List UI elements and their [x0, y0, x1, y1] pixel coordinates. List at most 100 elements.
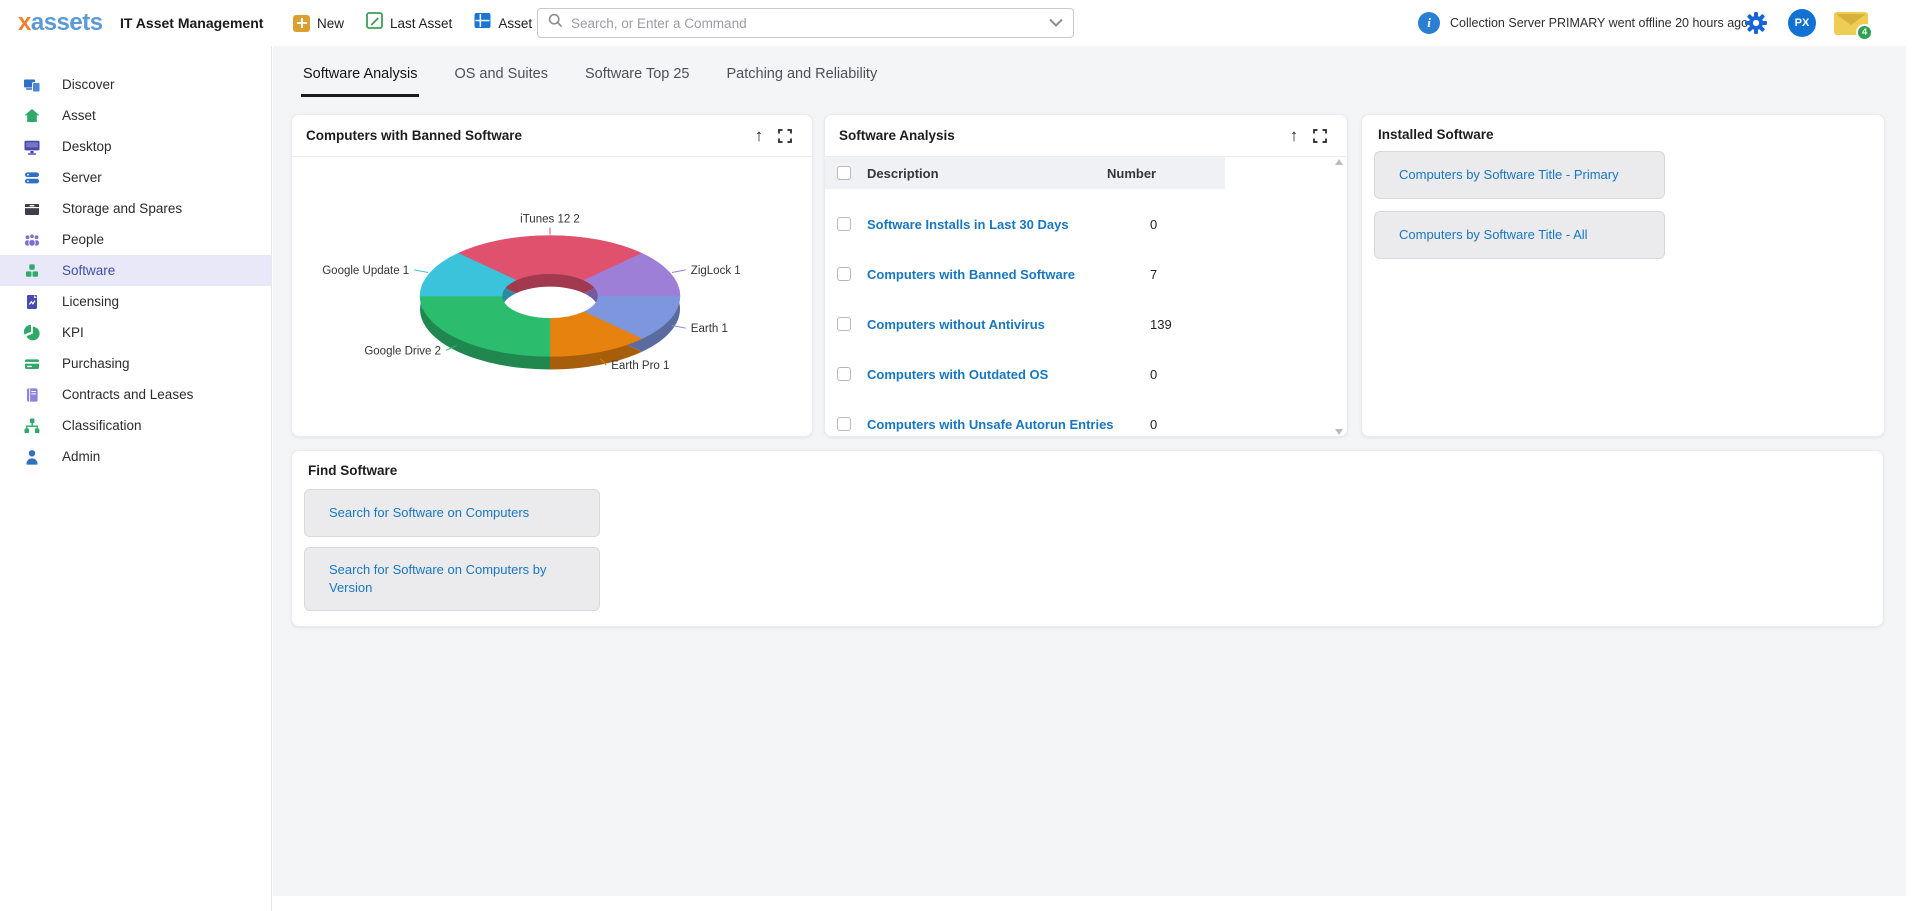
pie-icon [23, 324, 41, 342]
credit-card-icon [23, 355, 41, 373]
fullscreen-icon[interactable] [772, 123, 798, 149]
search-input[interactable] [571, 16, 1049, 31]
row-value: 0 [1150, 367, 1157, 382]
sidebar-item-software[interactable]: Software [0, 255, 271, 286]
up-arrow-icon[interactable]: ↑ [1281, 123, 1307, 149]
banned-software-panel: Computers with Banned Software ↑ iTunes … [291, 114, 813, 437]
sidebar-item-storage[interactable]: Storage and Spares [0, 193, 271, 224]
user-avatar[interactable]: PX [1788, 9, 1816, 37]
tab-software-analysis[interactable]: Software Analysis [301, 58, 419, 97]
banned-software-donut-chart[interactable]: iTunes 12 2ZigLock 1Earth 1Earth Pro 1Go… [292, 157, 813, 437]
scroll-down-icon[interactable] [1335, 429, 1343, 435]
last-asset-button[interactable]: Last Asset [366, 12, 452, 34]
document-icon [23, 293, 41, 311]
svg-text:ZigLock 1: ZigLock 1 [691, 265, 741, 277]
svg-text:Google Drive 2: Google Drive 2 [364, 345, 441, 357]
chevron-down-icon[interactable] [1049, 14, 1063, 32]
installed-software-panel: Installed Software Computers by Software… [1361, 114, 1885, 437]
table-row: Computers with Outdated OS 0 [825, 349, 1325, 399]
computers-by-title-primary-button[interactable]: Computers by Software Title - Primary [1374, 151, 1665, 199]
people-icon [23, 231, 41, 249]
table-scrollbar[interactable] [1334, 159, 1344, 435]
software-analysis-panel: Software Analysis ↑ Description Number S… [824, 114, 1348, 437]
notification-text: Collection Server PRIMARY went offline 2… [1450, 16, 1748, 30]
tab-software-top-25[interactable]: Software Top 25 [583, 58, 692, 97]
house-icon [23, 107, 41, 125]
column-number: Number [1107, 166, 1156, 181]
server-icon [23, 169, 41, 187]
devices-icon [23, 76, 41, 94]
sidebar-item-desktop[interactable]: Desktop [0, 131, 271, 162]
tab-os-and-suites[interactable]: OS and Suites [452, 58, 550, 97]
panel-title: Installed Software [1378, 127, 1494, 142]
sidebar-item-classification[interactable]: Classification [0, 410, 271, 441]
search-software-by-version-button[interactable]: Search for Software on Computers by Vers… [304, 547, 600, 611]
search-software-button[interactable]: Search for Software on Computers [304, 489, 600, 537]
sidebar-item-licensing[interactable]: Licensing [0, 286, 271, 317]
box-icon [23, 200, 41, 218]
page-title: IT Asset Management [120, 15, 263, 31]
search-icon [548, 13, 563, 33]
panel-title: Find Software [308, 463, 397, 478]
row-value: 7 [1150, 267, 1157, 282]
sidebar-item-purchasing[interactable]: Purchasing [0, 348, 271, 379]
main-content: Software Analysis OS and Suites Software… [273, 46, 1906, 896]
svg-text:Earth 1: Earth 1 [691, 323, 728, 335]
fullscreen-icon[interactable] [1307, 123, 1333, 149]
table-row: Computers with Banned Software 7 [825, 249, 1325, 299]
row-checkbox[interactable] [837, 367, 851, 381]
row-link[interactable]: Computers with Banned Software [867, 267, 1075, 282]
column-description: Description [867, 166, 939, 181]
find-software-panel: Find Software Search for Software on Com… [291, 450, 1884, 627]
xassets-logo[interactable]: xassets [18, 9, 103, 37]
tab-patching-reliability[interactable]: Patching and Reliability [724, 58, 879, 97]
person-icon [23, 448, 41, 466]
org-tree-icon [23, 417, 41, 435]
edit-icon [366, 12, 383, 34]
app-header: xassets IT Asset Management New Last Ass… [0, 0, 1920, 46]
up-arrow-icon[interactable]: ↑ [746, 123, 772, 149]
svg-text:Google Update 1: Google Update 1 [322, 265, 409, 277]
table-row: Software Installs in Last 30 Days 0 [825, 199, 1325, 249]
row-checkbox[interactable] [837, 267, 851, 281]
row-value: 0 [1150, 217, 1157, 232]
sidebar-item-people[interactable]: People [0, 224, 271, 255]
command-search[interactable] [537, 8, 1074, 38]
monitor-icon [23, 138, 41, 156]
table-row: Computers with Unsafe Autorun Entries 0 [825, 399, 1325, 437]
mail-icon[interactable]: 4 [1834, 12, 1868, 35]
row-value: 139 [1150, 317, 1172, 332]
settings-gear-icon[interactable] [1744, 11, 1768, 40]
mail-badge: 4 [1856, 24, 1873, 41]
sidebar-nav: Discover Asset Desktop Server Storage an… [0, 46, 272, 911]
sidebar-item-asset[interactable]: Asset [0, 100, 271, 131]
row-checkbox[interactable] [837, 217, 851, 231]
sidebar-item-kpi[interactable]: KPI [0, 317, 271, 348]
table-row: Computers without Antivirus 139 [825, 299, 1325, 349]
panel-title: Software Analysis [839, 128, 955, 143]
row-value: 0 [1150, 417, 1157, 432]
sidebar-item-contracts[interactable]: Contracts and Leases [0, 379, 271, 410]
sidebar-item-discover[interactable]: Discover [0, 69, 271, 100]
row-link[interactable]: Software Installs in Last 30 Days [867, 217, 1069, 232]
panel-title: Computers with Banned Software [306, 128, 522, 143]
grid-icon [474, 12, 491, 34]
notification-banner[interactable]: i Collection Server PRIMARY went offline… [1418, 0, 1748, 46]
row-link[interactable]: Computers with Outdated OS [867, 367, 1048, 382]
sidebar-item-server[interactable]: Server [0, 162, 271, 193]
table-header: Description Number [825, 157, 1225, 189]
cubes-icon [23, 262, 41, 280]
computers-by-title-all-button[interactable]: Computers by Software Title - All [1374, 211, 1665, 259]
sidebar-item-admin[interactable]: Admin [0, 441, 271, 472]
row-checkbox[interactable] [837, 417, 851, 431]
row-link[interactable]: Computers with Unsafe Autorun Entries [867, 417, 1114, 432]
svg-text:iTunes 12 2: iTunes 12 2 [520, 214, 580, 226]
row-checkbox[interactable] [837, 317, 851, 331]
row-link[interactable]: Computers without Antivirus [867, 317, 1045, 332]
select-all-checkbox[interactable] [837, 166, 851, 180]
tab-bar: Software Analysis OS and Suites Software… [301, 58, 879, 97]
book-icon [23, 386, 41, 404]
scroll-up-icon[interactable] [1335, 159, 1343, 165]
plus-icon [293, 15, 310, 32]
new-button[interactable]: New [293, 15, 344, 32]
